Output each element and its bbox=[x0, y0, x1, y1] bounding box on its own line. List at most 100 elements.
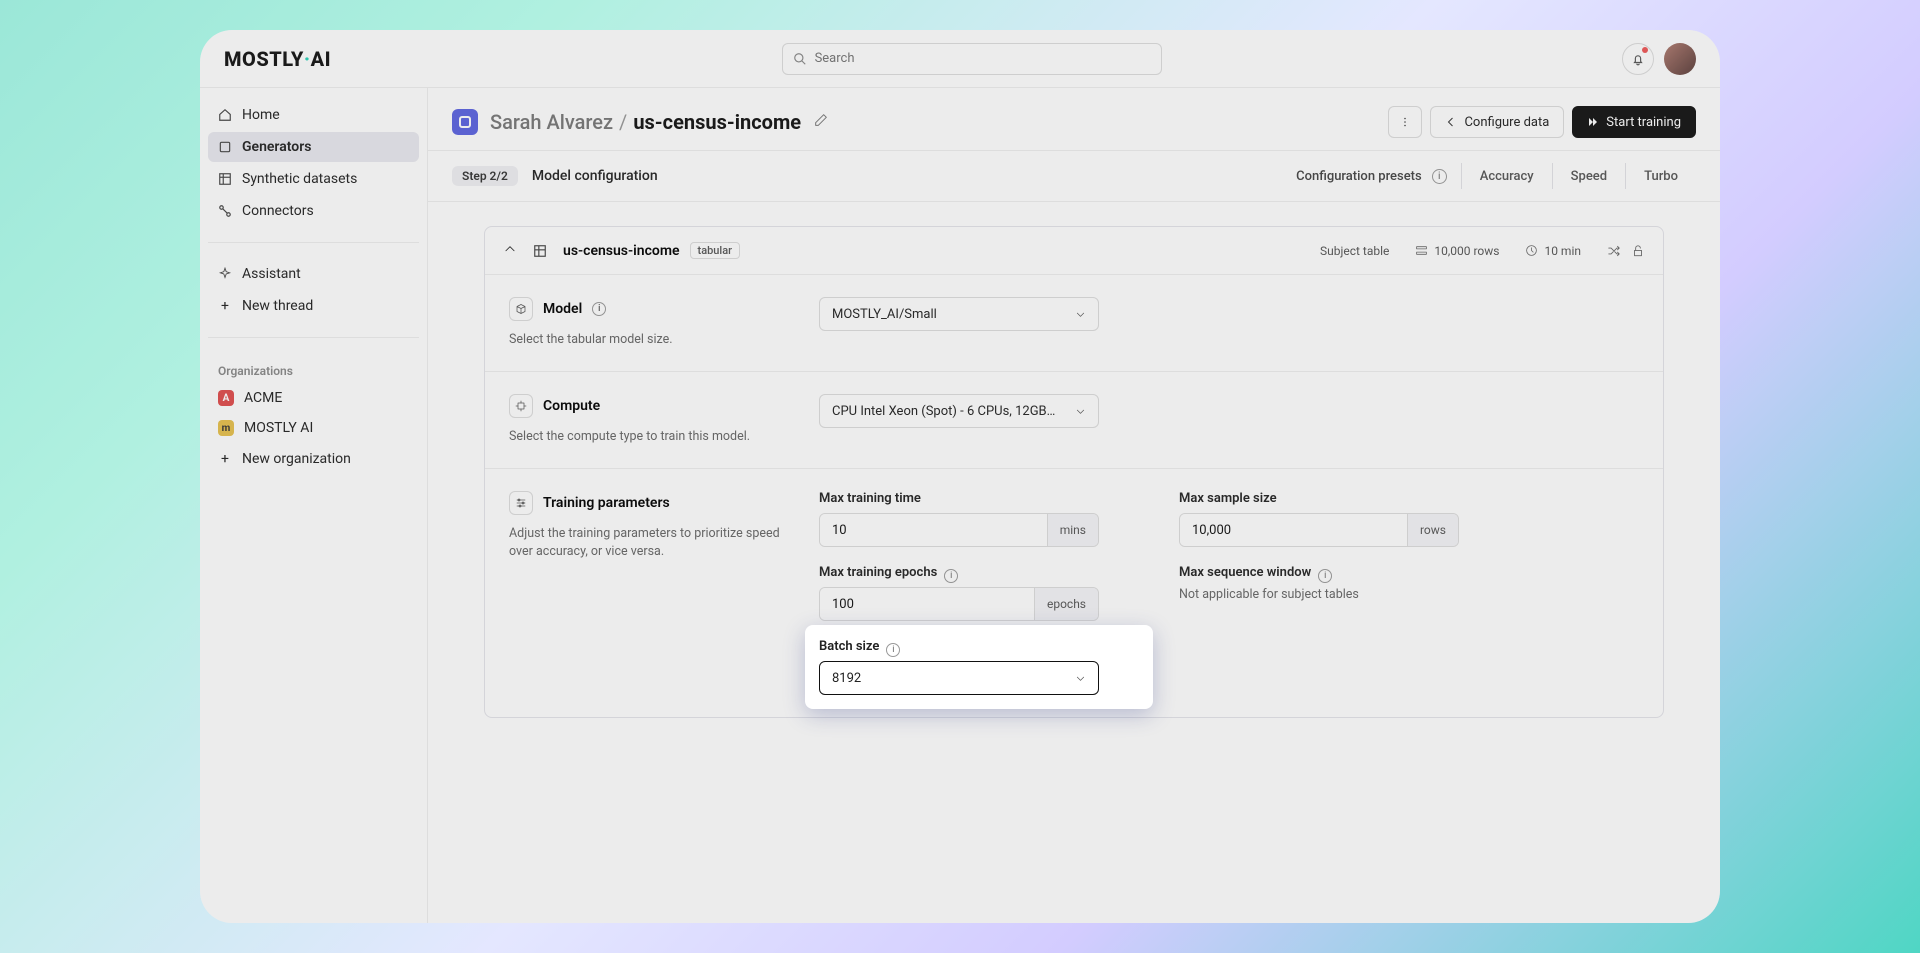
max-sample-size-input[interactable] bbox=[1180, 514, 1407, 546]
preset-speed[interactable]: Speed bbox=[1552, 163, 1625, 189]
breadcrumb: Sarah Alvarez/us-census-income bbox=[490, 110, 801, 134]
max-epochs-label: Max training epochs bbox=[819, 565, 937, 580]
edit-name-button[interactable] bbox=[813, 112, 829, 132]
generators-icon bbox=[218, 140, 232, 154]
organizations-heading: Organizations bbox=[208, 360, 419, 382]
logo[interactable]: MOSTLY·AI bbox=[224, 47, 331, 71]
max-seq-window-note: Not applicable for subject tables bbox=[1179, 587, 1499, 602]
chevron-up-icon bbox=[503, 242, 517, 256]
card-title: us-census-income bbox=[563, 243, 680, 259]
new-thread-label: New thread bbox=[242, 298, 313, 314]
sidebar-item-home[interactable]: Home bbox=[208, 100, 419, 130]
max-training-time-label: Max training time bbox=[819, 491, 1139, 506]
shuffle-icon[interactable] bbox=[1607, 244, 1621, 258]
max-training-time-input[interactable] bbox=[820, 514, 1047, 546]
configure-data-label: Configure data bbox=[1464, 115, 1549, 130]
max-training-time-unit: mins bbox=[1047, 514, 1098, 546]
info-icon[interactable]: i bbox=[1432, 169, 1447, 184]
max-seq-window-label: Max sequence window bbox=[1179, 565, 1311, 580]
breadcrumb-owner[interactable]: Sarah Alvarez bbox=[490, 110, 613, 134]
sidebar-item-label: Generators bbox=[242, 139, 311, 155]
section-title-training: Training parameters bbox=[543, 495, 670, 511]
more-menu-button[interactable] bbox=[1388, 106, 1422, 138]
preset-accuracy[interactable]: Accuracy bbox=[1461, 163, 1552, 189]
notifications-button[interactable] bbox=[1622, 43, 1654, 75]
bell-icon bbox=[1631, 52, 1645, 66]
sidebar-item-label: Synthetic datasets bbox=[242, 171, 357, 187]
search-icon bbox=[793, 52, 807, 66]
fast-forward-icon bbox=[1587, 116, 1599, 128]
model-size-select[interactable]: MOSTLY_AI/Small bbox=[819, 297, 1099, 331]
sidebar: Home Generators Synthetic datasets Conne… bbox=[200, 88, 428, 923]
sidebar-item-connectors[interactable]: Connectors bbox=[208, 196, 419, 226]
logo-dot-icon: · bbox=[304, 47, 311, 71]
batch-size-select[interactable]: 8192 bbox=[819, 661, 1099, 695]
section-title-compute: Compute bbox=[543, 398, 600, 414]
search-input[interactable] bbox=[815, 51, 1151, 66]
logo-suffix: AI bbox=[311, 47, 331, 71]
max-training-time-field: Max training time mins bbox=[819, 491, 1139, 547]
connectors-icon bbox=[218, 204, 232, 218]
start-training-button[interactable]: Start training bbox=[1572, 106, 1696, 138]
datasets-icon bbox=[218, 172, 232, 186]
chevron-down-icon bbox=[1075, 309, 1086, 320]
org-badge: A bbox=[218, 390, 234, 406]
max-epochs-unit: epochs bbox=[1034, 588, 1098, 620]
sidebar-item-label: Assistant bbox=[242, 266, 301, 282]
new-organization-label: New organization bbox=[242, 451, 351, 467]
section-desc-compute: Select the compute type to train this mo… bbox=[509, 428, 784, 446]
clock-icon bbox=[1525, 244, 1538, 257]
sidebar-item-label: Connectors bbox=[242, 203, 314, 219]
sidebar-item-synthetic[interactable]: Synthetic datasets bbox=[208, 164, 419, 194]
more-vertical-icon bbox=[1399, 116, 1411, 128]
info-icon[interactable]: i bbox=[1318, 569, 1332, 583]
new-organization-button[interactable]: + New organization bbox=[208, 444, 419, 474]
subject-table-label: Subject table bbox=[1320, 244, 1389, 258]
cube-icon bbox=[509, 297, 533, 321]
org-item-mostly[interactable]: m MOSTLY AI bbox=[208, 414, 419, 442]
max-epochs-input[interactable] bbox=[820, 588, 1034, 620]
chevron-down-icon bbox=[1075, 673, 1086, 684]
logo-text: MOSTLY bbox=[224, 47, 304, 71]
chevron-left-icon bbox=[1445, 116, 1457, 128]
batch-size-label: Batch size bbox=[819, 639, 879, 654]
compute-type-select[interactable]: CPU Intel Xeon (Spot) - 6 CPUs, 12GB… bbox=[819, 394, 1099, 428]
start-training-label: Start training bbox=[1606, 115, 1681, 130]
section-desc-model: Select the tabular model size. bbox=[509, 331, 784, 349]
max-sample-size-unit: rows bbox=[1407, 514, 1458, 546]
batch-size-value: 8192 bbox=[832, 671, 861, 686]
new-thread-button[interactable]: + New thread bbox=[208, 291, 419, 321]
max-epochs-field: Max training epochs i epochs bbox=[819, 565, 1139, 621]
chevron-down-icon bbox=[1075, 406, 1086, 417]
sparkle-icon bbox=[218, 267, 232, 281]
batch-size-field: Batch size i 8192 bbox=[805, 625, 1153, 709]
pencil-icon bbox=[813, 112, 829, 128]
card-type-tag: tabular bbox=[690, 242, 741, 259]
generator-type-icon bbox=[452, 109, 478, 135]
section-desc-training: Adjust the training parameters to priori… bbox=[509, 525, 784, 561]
configure-data-button[interactable]: Configure data bbox=[1430, 106, 1564, 138]
cpu-icon bbox=[509, 394, 533, 418]
sidebar-item-label: Home bbox=[242, 107, 280, 123]
rows-icon bbox=[1415, 244, 1428, 257]
org-label: MOSTLY AI bbox=[244, 420, 313, 436]
sliders-icon bbox=[509, 491, 533, 515]
sidebar-item-generators[interactable]: Generators bbox=[208, 132, 419, 162]
section-title-model: Model bbox=[543, 301, 582, 317]
breadcrumb-name: us-census-income bbox=[633, 110, 801, 134]
max-sample-size-label: Max sample size bbox=[1179, 491, 1499, 506]
global-search[interactable] bbox=[782, 43, 1162, 75]
step-badge: Step 2/2 bbox=[452, 166, 518, 186]
rows-label: 10,000 rows bbox=[1434, 244, 1499, 258]
presets-label: Configuration presets bbox=[1296, 169, 1422, 184]
collapse-toggle[interactable] bbox=[503, 241, 517, 260]
info-icon[interactable]: i bbox=[944, 569, 958, 583]
info-icon[interactable]: i bbox=[592, 302, 606, 316]
org-item-acme[interactable]: A ACME bbox=[208, 384, 419, 412]
preset-turbo[interactable]: Turbo bbox=[1625, 163, 1696, 189]
info-icon[interactable]: i bbox=[886, 643, 900, 657]
sidebar-item-assistant[interactable]: Assistant bbox=[208, 259, 419, 289]
avatar[interactable] bbox=[1664, 43, 1696, 75]
max-seq-window-field: Max sequence window i Not applicable for… bbox=[1179, 565, 1499, 621]
lock-open-icon[interactable] bbox=[1631, 244, 1645, 258]
